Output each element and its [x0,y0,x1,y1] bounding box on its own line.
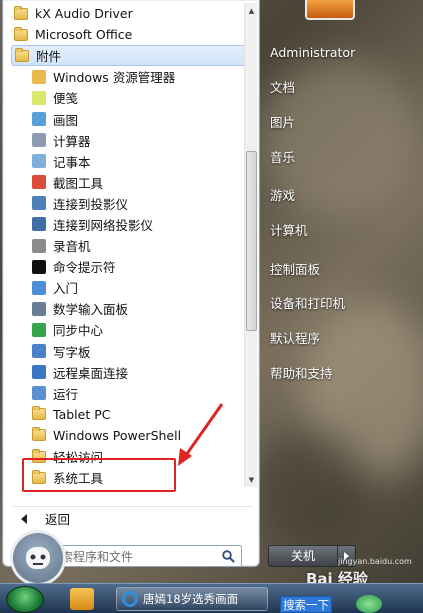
program-item[interactable]: 附件 [11,45,247,67]
program-item[interactable]: 画图 [11,108,247,129]
program-item[interactable]: 远程桌面连接 [11,362,247,383]
place-games[interactable]: 游戏 [270,184,295,208]
program-item[interactable]: 入门 [11,277,247,298]
explorer-taskbar-icon[interactable] [70,588,94,610]
program-item[interactable]: Microsoft Office [11,24,247,45]
calculator-icon [31,132,47,148]
sync-center-icon [31,322,47,338]
back-arrow-icon [21,513,27,524]
place-computer[interactable]: 计算机 [270,219,308,243]
scroll-up-arrow[interactable]: ▲ [245,3,258,18]
folder-icon [31,406,47,422]
scroll-thumb[interactable] [246,151,257,331]
program-item-label: 连接到网络投影仪 [53,217,154,233]
network-projector-icon [31,216,47,232]
taskbar-search-button[interactable]: 搜索一下 [280,596,332,613]
watermark-url: jingyan.baidu.com [338,557,412,566]
run-icon [31,385,47,401]
folder-icon [13,26,29,43]
search-icon[interactable] [222,550,235,563]
program-item-label: 命令提示符 [53,260,116,276]
program-item[interactable]: 便笺 [11,87,247,108]
program-item[interactable]: 数学输入面板 [11,298,247,319]
paint-icon [31,111,47,127]
annotation-arrow-icon [178,403,224,466]
program-item[interactable]: 计算器 [11,130,247,151]
program-item[interactable]: kX Audio Driver [11,3,247,24]
program-item[interactable]: 录音机 [11,235,247,256]
program-item-label: 同步中心 [53,323,104,339]
program-item[interactable]: 连接到网络投影仪 [11,214,247,235]
place-documents[interactable]: 文档 [270,76,295,100]
folder-icon [31,427,47,443]
program-item[interactable]: 写字板 [11,341,247,362]
program-item-label: 录音机 [53,239,91,255]
back-button[interactable]: 返回 [13,506,253,528]
snipping-tool-icon [31,174,47,190]
taskbar-task-label: 唐嫣18岁选秀画面 [143,592,239,606]
explorer-icon [31,69,47,85]
program-item-label: 运行 [53,386,79,402]
program-item-label: 写字板 [53,344,91,360]
program-item[interactable]: 截图工具 [11,172,247,193]
program-item[interactable]: 记事本 [11,151,247,172]
program-item-label: Microsoft Office [35,27,133,43]
program-item[interactable]: Windows 资源管理器 [11,66,247,87]
program-item-label: 入门 [53,281,79,297]
math-input-icon [31,301,47,317]
program-item[interactable]: 命令提示符 [11,256,247,277]
command-prompt-icon [31,259,47,275]
program-item[interactable]: 连接到投影仪 [11,193,247,214]
program-item-label: 连接到投影仪 [53,196,129,212]
program-item-label: Tablet PC [53,406,111,422]
microphone-icon [31,238,47,254]
user-name[interactable]: Administrator [270,41,355,65]
internet-explorer-icon [122,591,138,607]
back-label: 返回 [45,512,71,527]
program-item-label: Windows PowerShell [53,427,182,443]
program-item-label: 画图 [53,112,79,128]
place-music[interactable]: 音乐 [270,146,295,170]
notepad-icon [31,153,47,169]
start-menu-right-pane: Administrator 文档 图片 音乐 游戏 计算机 控制面板 设备和打印… [262,0,423,580]
taskbar-task-ie[interactable]: 唐嫣18岁选秀画面 [116,587,268,611]
folder-icon [13,5,29,22]
highlight-box [22,458,176,492]
program-item-label: 便笺 [53,91,79,107]
program-item-label: Windows 资源管理器 [53,70,176,86]
program-item-label: 计算器 [53,133,91,149]
sticky-notes-icon [31,90,47,106]
remote-desktop-icon [31,364,47,380]
place-pictures[interactable]: 图片 [270,111,295,135]
program-item[interactable]: 同步中心 [11,319,247,340]
program-item-label: 截图工具 [53,175,104,191]
place-help-support[interactable]: 帮助和支持 [270,362,333,386]
program-item-label: 数学输入面板 [53,302,129,318]
refresh-icon[interactable] [356,595,382,613]
shutdown-button[interactable]: 关机 [268,545,338,567]
folder-icon [14,47,30,64]
start-button[interactable] [6,586,44,613]
scrollbar[interactable]: ▲ ▼ [244,3,257,487]
projector-icon [31,195,47,211]
program-item-label: 记事本 [53,154,91,170]
place-default-programs[interactable]: 默认程序 [270,327,320,351]
place-control-panel[interactable]: 控制面板 [270,258,320,282]
program-item-label: 附件 [36,49,62,65]
robot-avatar-icon [26,547,50,569]
program-item-label: 远程桌面连接 [53,365,129,381]
place-devices-printers[interactable]: 设备和打印机 [270,292,345,316]
program-item-label: kX Audio Driver [35,6,133,22]
avatar [10,530,66,586]
scroll-down-arrow[interactable]: ▼ [245,472,258,487]
getting-started-icon [31,280,47,296]
wordpad-icon [31,343,47,359]
